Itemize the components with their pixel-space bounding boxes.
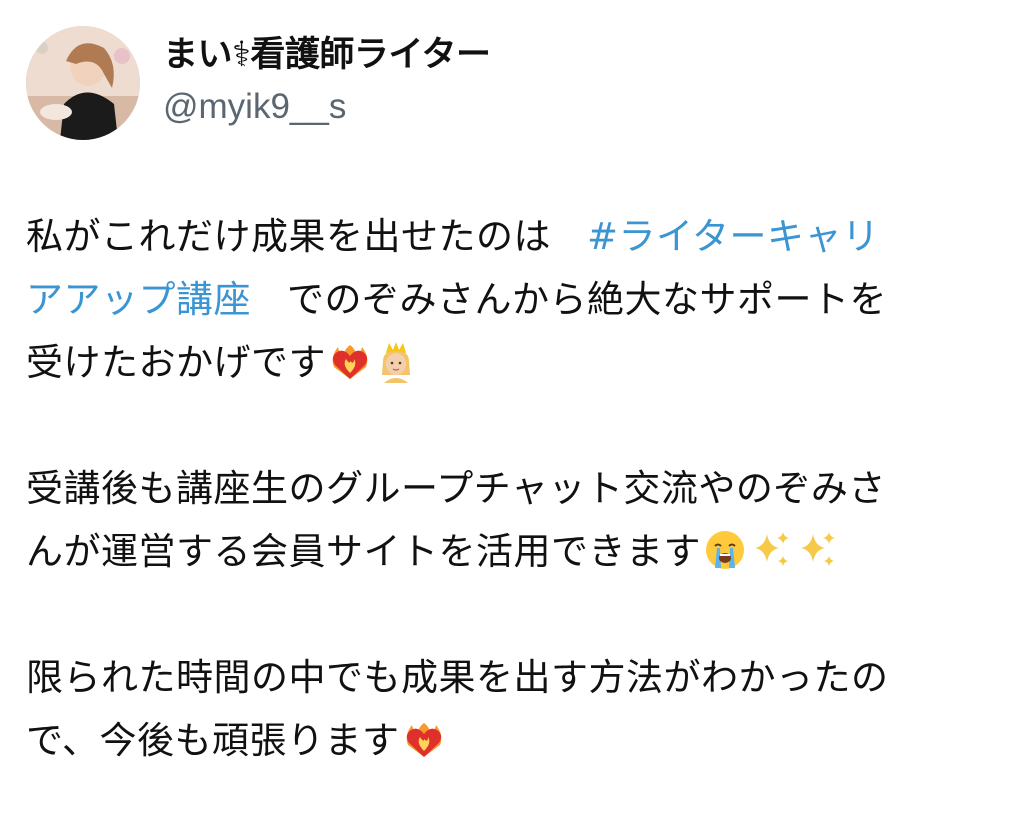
text-line: 限られた時間の中でも成果を出す方法がわかったの [26,646,1006,709]
text-segment: 受けたおかげです [26,341,326,384]
tweet-text: 私がこれだけ成果を出せたのは #ライターキャリ アアップ講座 でのぞみさんから絶大な… [26,205,1006,772]
text-segment: 私がこれだけ成果を出せたのは [26,215,551,258]
text-segment: 限られた時間の中でも成果を出す方法がわかったの [26,656,889,699]
hashtag-link-continued[interactable]: アアップ講座 [26,278,251,321]
hashtag-link[interactable]: #ライターキャリ [587,215,880,258]
crying-face-icon [703,528,747,572]
princess-icon [374,339,418,383]
text-segment: でのぞみさんから絶大なサポートを [287,278,887,321]
text-line: 受講後も講座生のグループチャット交流やのぞみさ [26,457,1006,520]
avatar[interactable] [26,26,140,140]
avatar-photo [26,26,140,140]
text-line: んが運営する会員サイトを活用できます [26,520,1006,583]
tweet-paragraph-3: 限られた時間の中でも成果を出す方法がわかったの で、今後も頑張ります [26,646,1006,772]
text-line: で、今後も頑張ります [26,709,1006,772]
tweet-paragraph-1: 私がこれだけ成果を出せたのは #ライターキャリ アアップ講座 でのぞみさんから絶大な… [26,205,1006,394]
sparkles-icon [749,528,793,572]
burning-heart-icon [402,717,446,761]
user-handle[interactable]: @myik9__s [163,84,491,130]
burning-heart-icon [328,339,372,383]
text-line: 受けたおかげです [26,331,1006,394]
text-segment: 受講後も講座生のグループチャット交流やのぞみさ [26,467,886,510]
tweet-header: まい⚕看護師ライター @myik9__s [163,32,491,130]
sparkles-icon [795,528,839,572]
tweet-card: まい⚕看護師ライター @myik9__s 私がこれだけ成果を出せたのは #ライター… [0,0,1024,823]
text-line: アアップ講座 でのぞみさんから絶大なサポートを [26,268,1006,331]
text-segment: で、今後も頑張ります [26,719,400,762]
text-line: 私がこれだけ成果を出せたのは #ライターキャリ [26,205,1006,268]
display-name[interactable]: まい⚕看護師ライター [163,32,491,78]
text-segment: んが運営する会員サイトを活用できます [26,530,701,573]
tweet-paragraph-2: 受講後も講座生のグループチャット交流やのぞみさ んが運営する会員サイトを活用でき… [26,457,1006,583]
